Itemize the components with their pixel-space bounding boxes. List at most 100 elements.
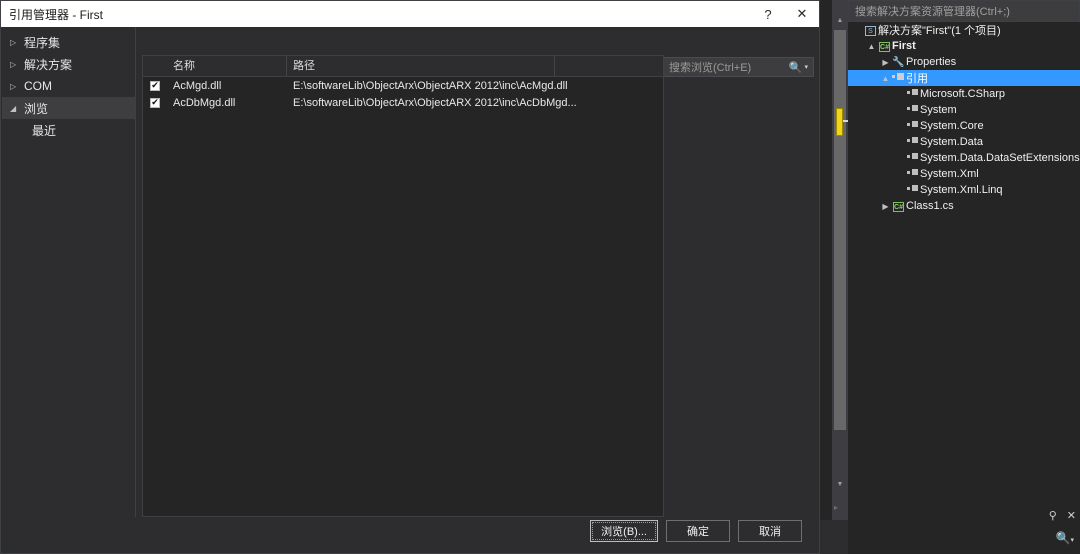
scrollbar-thumb[interactable] xyxy=(834,30,846,430)
tree-twisty-icon[interactable]: · xyxy=(894,106,905,115)
chevron-icon[interactable]: ▷ xyxy=(10,38,24,47)
reference-icon xyxy=(906,88,919,97)
chevron-down-icon[interactable]: ▾ xyxy=(804,63,813,71)
dialog-button-取消[interactable]: 取消 xyxy=(738,520,802,542)
list-item[interactable]: ✔ AcMgd.dll E:\softwareLib\ObjectArx\Objec… xyxy=(143,77,663,94)
solution-icon: S xyxy=(865,26,876,36)
category-label: 最近 xyxy=(32,123,57,138)
dialog-titlebar: 引用管理器 - First ? ✕ xyxy=(1,1,819,27)
reference-icon xyxy=(906,184,919,193)
tree-twisty-icon[interactable]: · xyxy=(894,154,905,163)
tree-twisty-icon[interactable]: · xyxy=(894,122,905,131)
find-icon[interactable]: 🔍▾ xyxy=(1056,531,1074,545)
scroll-down-icon[interactable]: ▼ xyxy=(832,476,848,492)
tree-item-label: Class1.cs xyxy=(906,200,954,212)
tree-twisty-icon[interactable]: ▶ xyxy=(880,202,891,211)
tree-item-label: System xyxy=(920,104,957,116)
tree-item-system.core[interactable]: · System.Core xyxy=(848,118,1080,134)
scrollbar-bottom-strip xyxy=(832,520,848,554)
screen-root: 引用 解 ⊼ ▲ ▼ ▸ 搜索解决方案资源管理器(Ctrl+;) ·S解决方案"… xyxy=(0,0,1080,554)
list-item[interactable]: ✔ AcDbMgd.dll E:\softwareLib\ObjectArx\Obj… xyxy=(143,94,663,111)
scroll-up-icon[interactable]: ▲ xyxy=(832,12,848,28)
tree-item-system.data.datasetextensions[interactable]: · System.Data.DataSetExtensions xyxy=(848,150,1080,166)
tree-item-system[interactable]: · System xyxy=(848,102,1080,118)
category-label: 浏览 xyxy=(24,101,49,116)
dialog-buttons: 浏览(B)... 确定 取消 xyxy=(590,520,802,542)
tree-twisty-icon[interactable]: ▲ xyxy=(866,42,877,51)
tree-twisty-icon[interactable]: · xyxy=(894,90,905,99)
tree-item-label: Properties xyxy=(906,56,957,68)
tree-twisty-icon[interactable]: · xyxy=(894,138,905,147)
tree-item-label: 引用 xyxy=(906,73,928,85)
column-header-name[interactable]: 名称 xyxy=(167,56,287,76)
reference-manager-dialog: 引用管理器 - First ? ✕ ▷ 程序集 ▷ 解决方案 ▷ COM ◢ 浏览 最近 搜索浏… xyxy=(0,0,820,554)
tree-item--first-1-[interactable]: ·S解决方案"First"(1 个项目) xyxy=(848,22,1080,38)
checkbox-icon[interactable]: ✔ xyxy=(150,97,160,108)
category-item-解决方案[interactable]: ▷ 解决方案 xyxy=(2,53,135,75)
browse-search-input[interactable]: 搜索浏览(Ctrl+E) 🔍 ▾ xyxy=(662,57,814,77)
category-item-最近[interactable]: 最近 xyxy=(2,119,135,141)
tree-item-system.data[interactable]: · System.Data xyxy=(848,134,1080,150)
chevron-icon[interactable]: ▷ xyxy=(10,82,24,91)
find-caret-icon: ▾ xyxy=(1070,537,1074,544)
close-button[interactable]: ✕ xyxy=(785,1,819,27)
help-button[interactable]: ? xyxy=(751,1,785,27)
reference-icon xyxy=(906,152,919,161)
tree-item-label: First xyxy=(892,40,916,52)
tree-item-label: 解决方案"First"(1 个项目) xyxy=(878,25,1001,37)
tree-twisty-icon[interactable]: ▶ xyxy=(880,58,891,67)
tree-item-system.xml.linq[interactable]: · System.Xml.Linq xyxy=(848,182,1080,198)
dialog-title: 引用管理器 - First xyxy=(9,7,103,22)
assembly-path: E:\softwareLib\ObjectArx\ObjectARX 2012\… xyxy=(293,96,577,109)
tree-item-label: System.Data.DataSetExtensions xyxy=(920,152,1080,164)
assembly-list: 名称 路径 ✔ AcMgd.dll E:\softwareLib\ObjectArx… xyxy=(142,55,664,517)
csproj-icon: C# xyxy=(879,42,890,52)
dialog-category-sidebar: ▷ 程序集 ▷ 解决方案 ▷ COM ◢ 浏览 最近 xyxy=(2,27,136,517)
pin-icon[interactable]: ⚲ xyxy=(1049,511,1057,522)
row-checkbox[interactable]: ✔ xyxy=(143,80,167,91)
panel-expand-icon[interactable]: ▸ xyxy=(834,503,838,512)
category-label: 解决方案 xyxy=(24,57,73,72)
references-icon xyxy=(892,72,905,81)
solution-explorer-search-input[interactable]: 搜索解决方案资源管理器(Ctrl+;) xyxy=(848,0,1080,22)
reference-icon xyxy=(906,168,919,177)
column-header-path[interactable]: 路径 xyxy=(287,56,555,76)
assembly-name: AcMgd.dll xyxy=(173,79,222,92)
category-item-程序集[interactable]: ▷ 程序集 xyxy=(2,31,135,53)
dialog-button-确定[interactable]: 确定 xyxy=(666,520,730,542)
category-item-浏览[interactable]: ◢ 浏览 xyxy=(2,97,135,119)
checkbox-icon[interactable]: ✔ xyxy=(150,80,160,91)
tree-twisty-icon[interactable]: · xyxy=(894,170,905,179)
dialog-button-浏览B[interactable]: 浏览(B)... xyxy=(590,520,658,542)
wrench-icon: 🔧 xyxy=(892,57,905,68)
scrollbar-change-marker xyxy=(836,108,843,136)
tree-item-class1.cs[interactable]: ▶ C# Class1.cs xyxy=(848,198,1080,214)
chevron-icon[interactable]: ◢ xyxy=(10,104,24,113)
tree-item-first[interactable]: ▲ C# First xyxy=(848,38,1080,54)
solution-explorer-tree: ·S解决方案"First"(1 个项目)▲C#First▶🔧Properties… xyxy=(848,22,1080,482)
reference-icon xyxy=(906,104,919,113)
tree-twisty-icon[interactable]: ▲ xyxy=(880,74,891,83)
solution-explorer-panel: 搜索解决方案资源管理器(Ctrl+;) ·S解决方案"First"(1 个项目)… xyxy=(848,0,1080,554)
category-item-COM[interactable]: ▷ COM xyxy=(2,75,135,97)
tree-item-label: System.Data xyxy=(920,136,983,148)
search-icon[interactable]: 🔍 xyxy=(789,61,805,74)
close-icon[interactable]: ✕ xyxy=(1067,511,1076,522)
assembly-path: E:\softwareLib\ObjectArx\ObjectARX 2012\… xyxy=(293,79,568,92)
category-label: COM xyxy=(24,79,52,93)
tree-twisty-icon[interactable]: · xyxy=(852,26,863,35)
tree-item--[interactable]: ▲ 引用 xyxy=(848,70,1080,86)
chevron-icon[interactable]: ▷ xyxy=(10,60,24,69)
dialog-body: ▷ 程序集 ▷ 解决方案 ▷ COM ◢ 浏览 最近 搜索浏览(Ctrl+E) 🔍 ▾ 名称 路… xyxy=(2,27,818,552)
tree-item-label: System.Core xyxy=(920,120,984,132)
tree-item-label: System.Xml.Linq xyxy=(920,184,1003,196)
tree-item-properties[interactable]: ▶ 🔧 Properties xyxy=(848,54,1080,70)
tree-item-label: System.Xml xyxy=(920,168,979,180)
category-label: 程序集 xyxy=(24,35,61,50)
list-body: ✔ AcMgd.dll E:\softwareLib\ObjectArx\Objec… xyxy=(143,77,663,111)
row-checkbox[interactable]: ✔ xyxy=(143,97,167,108)
tree-item-system.xml[interactable]: · System.Xml xyxy=(848,166,1080,182)
tree-twisty-icon[interactable]: · xyxy=(894,186,905,195)
editor-vertical-scrollbar[interactable]: ▲ ▼ xyxy=(832,0,848,520)
tree-item-microsoft.csharp[interactable]: · Microsoft.CSharp xyxy=(848,86,1080,102)
